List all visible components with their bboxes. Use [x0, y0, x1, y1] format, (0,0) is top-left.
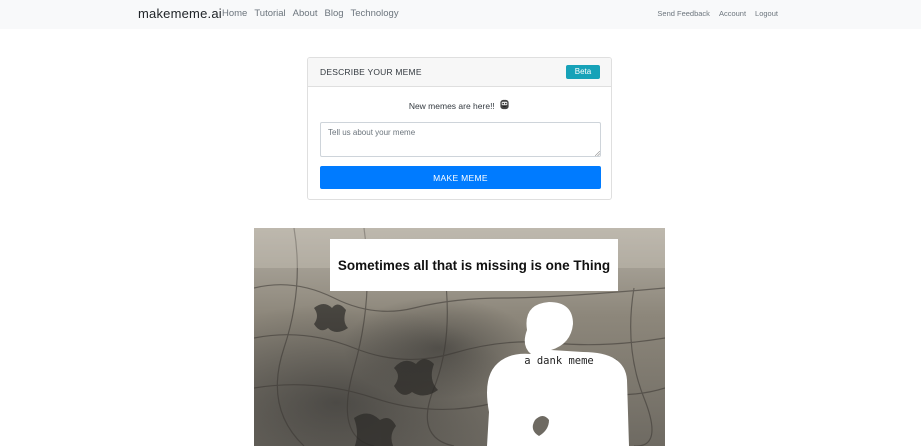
meme-image: Sometimes all that is missing is one Thi…: [254, 228, 665, 446]
nav-link-account[interactable]: Account: [719, 9, 746, 18]
beta-badge: Beta: [566, 65, 600, 79]
make-meme-button[interactable]: MAKE MEME: [320, 166, 601, 189]
describe-meme-card: DESCRIBE YOUR MEME Beta New memes are he…: [307, 57, 612, 200]
nav-link-logout[interactable]: Logout: [755, 9, 778, 18]
missing-piece-blob: [487, 302, 629, 446]
nav-link-home[interactable]: Home: [222, 8, 247, 19]
meme-middle-caption: a dank meme: [524, 355, 594, 367]
nav-link-about[interactable]: About: [293, 8, 318, 19]
nav-link-blog[interactable]: Blog: [325, 8, 344, 19]
nav-right-links: Send Feedback Account Logout: [657, 9, 778, 18]
navbar: makememe.ai Home Tutorial About Blog Tec…: [0, 0, 921, 29]
nav-link-send-feedback[interactable]: Send Feedback: [657, 9, 710, 18]
nav-link-tutorial[interactable]: Tutorial: [254, 8, 285, 19]
card-title: DESCRIBE YOUR MEME: [320, 67, 422, 77]
announcement-text: New memes are here!!: [408, 101, 495, 111]
meme-top-caption-box: Sometimes all that is missing is one Thi…: [330, 239, 618, 291]
bearded-face-emoji-icon: [499, 99, 510, 111]
nav-left-links: Home Tutorial About Blog Technology: [222, 8, 399, 19]
card-header: DESCRIBE YOUR MEME Beta: [308, 58, 611, 87]
announcement: New memes are here!!: [308, 99, 611, 111]
meme-top-caption: Sometimes all that is missing is one Thi…: [337, 257, 611, 273]
meme-description-input[interactable]: [320, 122, 601, 157]
nav-link-technology[interactable]: Technology: [351, 8, 399, 19]
brand-link[interactable]: makememe.ai: [138, 6, 222, 21]
